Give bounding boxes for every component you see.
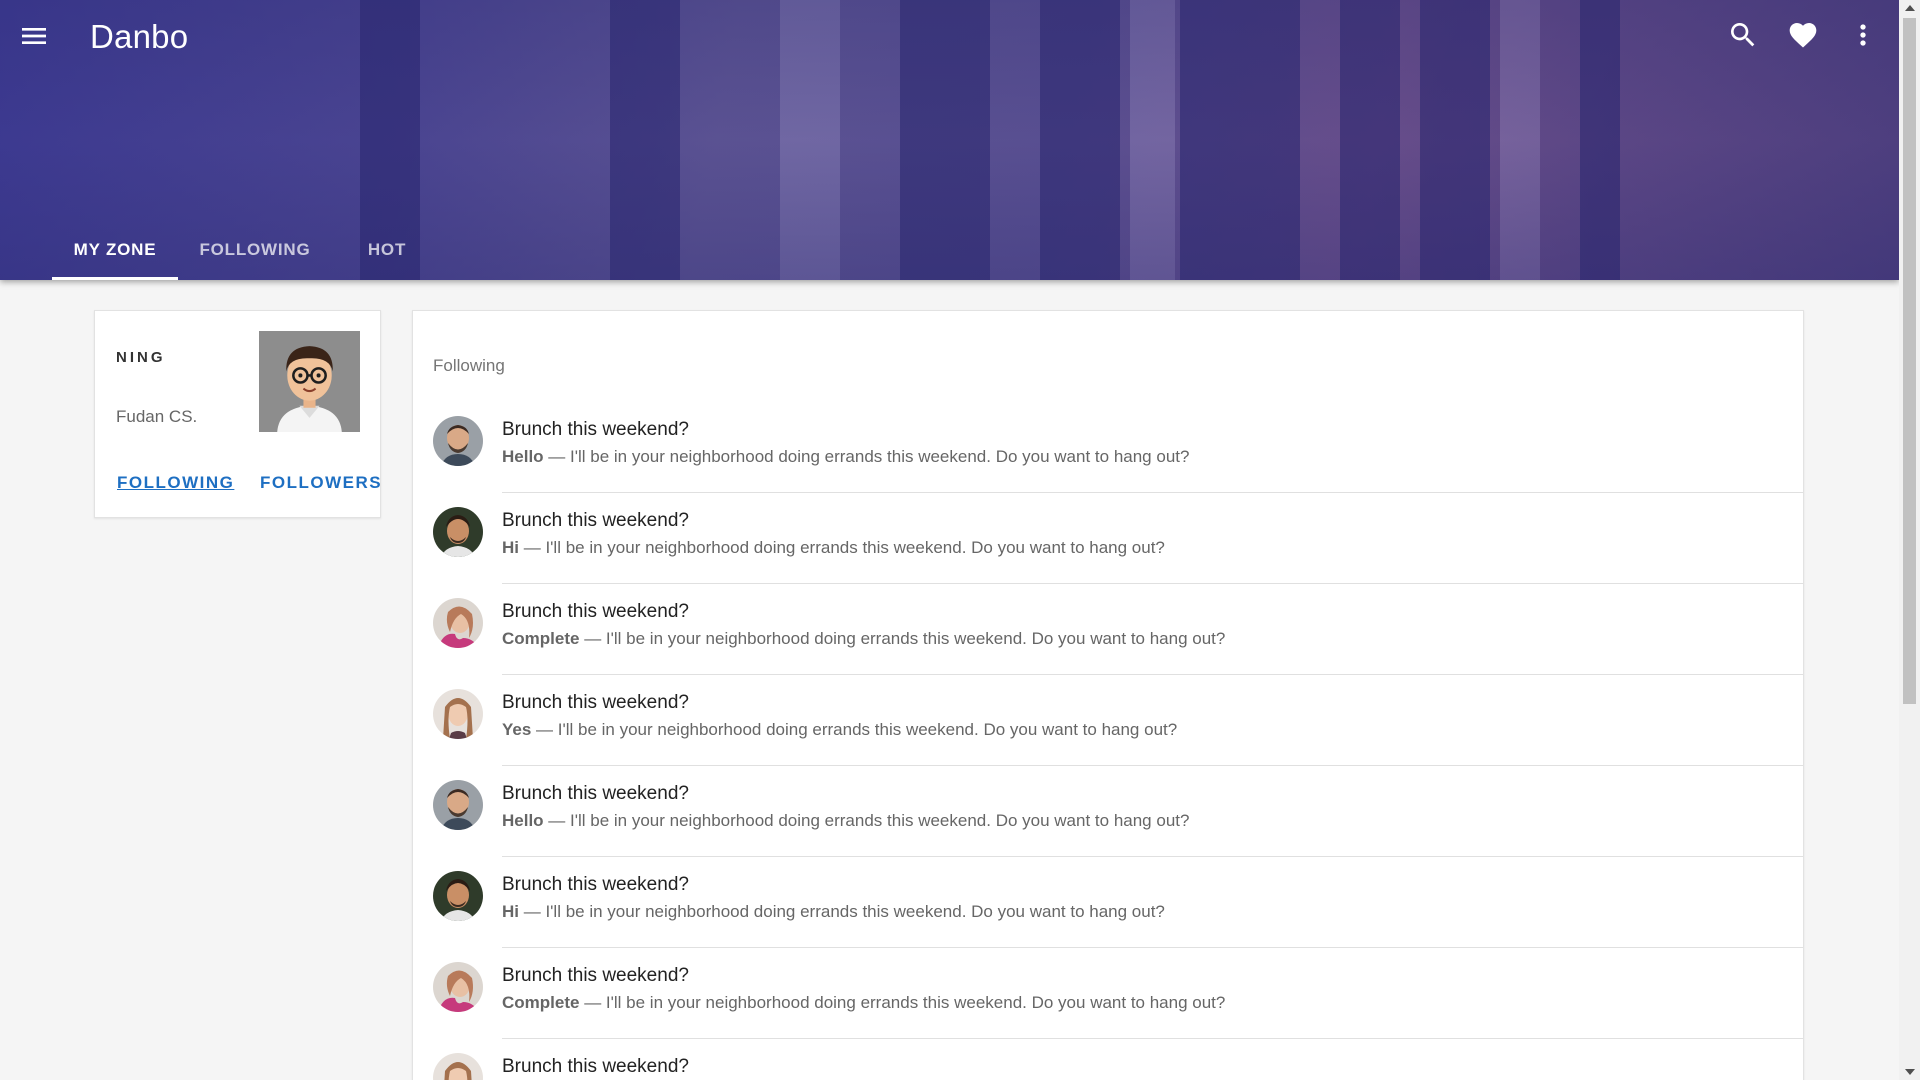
avatar — [433, 1053, 483, 1080]
avatar — [433, 871, 483, 921]
list-item[interactable]: Brunch this weekend? Hi — I'll be in you… — [413, 493, 1803, 584]
list-item[interactable]: Brunch this weekend? Hi — I'll be in you… — [413, 857, 1803, 948]
item-title: Brunch this weekend? — [502, 965, 689, 986]
item-title: Brunch this weekend? — [502, 510, 689, 531]
app-title: Danbo — [90, 18, 189, 55]
more-vert-icon[interactable] — [1847, 19, 1879, 51]
list-item[interactable]: Brunch this weekend? Hello — I'll be in … — [413, 766, 1803, 857]
tab-following[interactable]: FOLLOWING — [192, 230, 318, 280]
item-sender: Hi — [502, 902, 519, 921]
avatar — [433, 416, 483, 466]
item-title: Brunch this weekend? — [502, 1056, 689, 1077]
item-snippet: — I'll be in your neighborhood doing err… — [543, 811, 1190, 830]
search-icon[interactable] — [1727, 19, 1759, 51]
avatar — [433, 598, 483, 648]
heart-icon[interactable] — [1787, 19, 1819, 51]
followers-link[interactable]: FOLLOWERS — [260, 473, 382, 493]
item-preview: Hello — I'll be in your neighborhood doi… — [502, 811, 1189, 831]
item-sender: Yes — [502, 720, 532, 739]
item-sender: Hi — [502, 538, 519, 557]
avatar — [259, 331, 360, 432]
item-sender: Hello — [502, 447, 544, 466]
tab-my-zone[interactable]: MY ZONE — [52, 230, 178, 280]
item-title: Brunch this weekend? — [502, 419, 689, 440]
item-snippet: — I'll be in your neighborhood doing err… — [531, 720, 1178, 739]
item-snippet: — I'll be in your neighborhood doing err… — [579, 993, 1226, 1012]
item-sender: Complete — [502, 993, 580, 1012]
item-title: Brunch this weekend? — [502, 783, 689, 804]
item-snippet: — I'll be in your neighborhood doing err… — [543, 447, 1190, 466]
item-preview: Complete — I'll be in your neighborhood … — [502, 629, 1225, 649]
feed-card: Following Brunch this weekend? Hello — I… — [412, 310, 1804, 1080]
item-title: Brunch this weekend? — [502, 874, 689, 895]
scroll-up-arrow[interactable] — [1905, 5, 1915, 11]
toolbar: Danbo — [0, 0, 1899, 72]
list-item[interactable]: Brunch this weekend? — [413, 1039, 1803, 1080]
avatar — [433, 689, 483, 739]
avatar — [433, 780, 483, 830]
list-item[interactable]: Brunch this weekend? Yes — I'll be in yo… — [413, 675, 1803, 766]
item-preview: Complete — I'll be in your neighborhood … — [502, 993, 1225, 1013]
profile-subtitle: Fudan CS. — [116, 407, 198, 426]
item-snippet: — I'll be in your neighborhood doing err… — [579, 629, 1226, 648]
profile-name: NING — [116, 349, 166, 366]
item-title: Brunch this weekend? — [502, 601, 689, 622]
avatar — [433, 507, 483, 557]
app-header-banner: Danbo MY ZONE FOLLOWING HOT — [0, 0, 1899, 280]
page-scrollbar[interactable] — [1899, 0, 1920, 1080]
list-item[interactable]: Brunch this weekend? Hello — I'll be in … — [413, 402, 1803, 493]
list-item[interactable]: Brunch this weekend? Complete — I'll be … — [413, 584, 1803, 675]
list-item[interactable]: Brunch this weekend? Complete — I'll be … — [413, 948, 1803, 1039]
item-preview: Hello — I'll be in your neighborhood doi… — [502, 447, 1189, 467]
item-preview: Hi — I'll be in your neighborhood doing … — [502, 902, 1165, 922]
item-preview: Hi — I'll be in your neighborhood doing … — [502, 538, 1165, 558]
active-tab-indicator — [52, 277, 178, 280]
item-sender: Complete — [502, 629, 580, 648]
avatar — [433, 962, 483, 1012]
scroll-thumb[interactable] — [1903, 18, 1916, 704]
item-snippet: — I'll be in your neighborhood doing err… — [519, 538, 1165, 557]
following-link[interactable]: FOLLOWING — [117, 473, 234, 493]
menu-icon[interactable] — [18, 20, 50, 52]
item-title: Brunch this weekend? — [502, 692, 689, 713]
profile-card: NING Fudan CS. FOLLOWING FOLLOWERS — [94, 310, 381, 518]
item-preview: Yes — I'll be in your neighborhood doing… — [502, 720, 1177, 740]
feed-header: Following — [433, 356, 505, 375]
item-snippet: — I'll be in your neighborhood doing err… — [519, 902, 1165, 921]
tab-hot[interactable]: HOT — [342, 230, 432, 280]
item-sender: Hello — [502, 811, 544, 830]
scroll-down-arrow[interactable] — [1905, 1069, 1915, 1075]
feed-list: Brunch this weekend? Hello — I'll be in … — [413, 402, 1803, 1080]
